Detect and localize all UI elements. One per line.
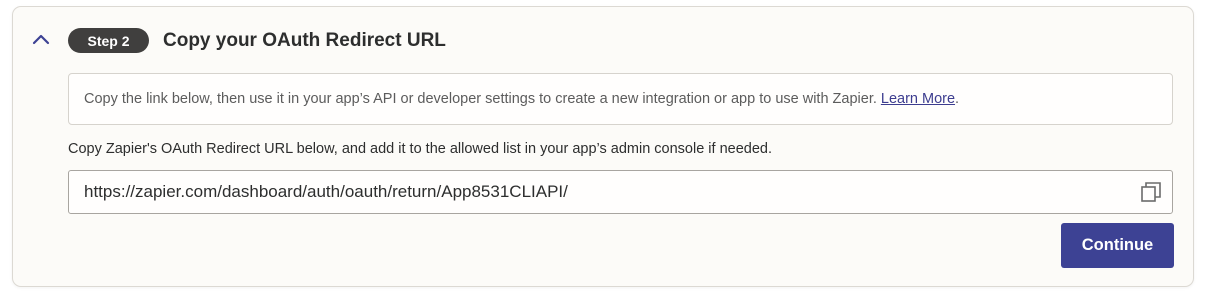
redirect-url-field xyxy=(68,170,1173,214)
redirect-url-input[interactable] xyxy=(69,171,1129,213)
info-trailing: . xyxy=(955,91,960,107)
step-title: Copy your OAuth Redirect URL xyxy=(163,30,446,51)
step-badge: Step 2 xyxy=(68,28,149,53)
chevron-up-icon xyxy=(32,34,50,45)
info-text: Copy the link below, then use it in your… xyxy=(84,91,877,107)
collapse-button[interactable] xyxy=(29,27,53,51)
copy-icon xyxy=(1141,182,1161,202)
info-box: Copy the link below, then use it in your… xyxy=(68,73,1173,125)
copy-button[interactable] xyxy=(1140,181,1162,203)
learn-more-link[interactable]: Learn More xyxy=(881,91,955,107)
instruction-text: Copy Zapier's OAuth Redirect URL below, … xyxy=(68,141,773,157)
step-card: Step 2 Copy your OAuth Redirect URL Copy… xyxy=(12,6,1194,287)
continue-button[interactable]: Continue xyxy=(1061,223,1174,268)
